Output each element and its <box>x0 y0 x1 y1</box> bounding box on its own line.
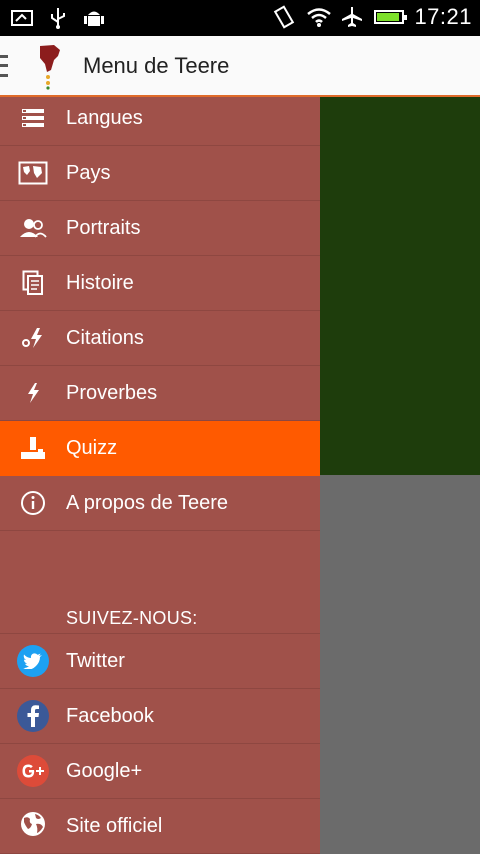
drawer-item-twitter[interactable]: Twitter <box>0 634 320 689</box>
list-icon <box>16 101 50 135</box>
navigation-drawer: Langues Pays Portraits Histoire Citation… <box>0 97 320 854</box>
drawer-item-a-propos[interactable]: A propos de Teere <box>0 476 320 531</box>
drawer-item-pays[interactable]: Pays <box>0 146 320 201</box>
globe-icon <box>19 810 47 843</box>
drawer-item-label: Histoire <box>66 271 134 294</box>
wifi-icon <box>306 5 332 29</box>
map-icon <box>16 156 50 190</box>
drawer-item-histoire[interactable]: Histoire <box>0 256 320 311</box>
social-section-header: SUIVEZ-NOUS: <box>66 608 198 628</box>
quote-bolt-icon <box>16 321 50 355</box>
clock: 17:21 <box>414 4 472 29</box>
app-title: Menu de Teere <box>83 52 230 78</box>
africa-logo-icon[interactable] <box>32 42 66 90</box>
drawer-item-label: A propos de Teere <box>66 491 228 514</box>
drawer-item-label: Site officiel <box>66 814 163 837</box>
drawer-item-portraits[interactable]: Portraits <box>0 201 320 256</box>
drawer-item-google-plus[interactable]: Google+ <box>0 744 320 799</box>
content-scrim[interactable] <box>320 475 480 854</box>
hamburger-icon[interactable] <box>0 53 12 79</box>
drawer-item-proverbes[interactable]: Proverbes <box>0 366 320 421</box>
people-icon <box>16 211 50 245</box>
drawer-item-label: Pays <box>66 161 111 184</box>
screenshot-icon <box>10 6 34 30</box>
usb-icon <box>46 6 70 30</box>
content-panel[interactable] <box>320 97 480 475</box>
battery-icon <box>374 10 408 24</box>
action-bar: Menu de Teere <box>0 36 480 97</box>
drawer-item-label: Google+ <box>66 759 143 782</box>
bolt-icon <box>16 376 50 410</box>
drawer-item-facebook[interactable]: Facebook <box>0 689 320 744</box>
drawer-item-quizz[interactable]: Quizz <box>0 421 320 476</box>
android-debug-icon <box>82 6 106 30</box>
twitter-icon <box>17 645 49 677</box>
rotate-icon <box>272 5 296 29</box>
drawer-item-langues[interactable]: Langues <box>0 91 320 146</box>
drawer-item-label: Portraits <box>66 216 141 239</box>
drawer-item-label: Citations <box>66 326 144 349</box>
airplane-icon <box>340 5 364 29</box>
facebook-icon <box>17 700 49 732</box>
drawer-item-site-officiel[interactable]: Site officiel <box>0 799 320 854</box>
drawer-item-label: Facebook <box>66 704 154 727</box>
drawer-item-citations[interactable]: Citations <box>0 311 320 366</box>
status-bar: 17:21 <box>0 0 480 36</box>
document-icon <box>16 266 50 300</box>
joystick-icon <box>16 431 50 465</box>
drawer-item-label: Proverbes <box>66 381 158 404</box>
drawer-item-label: Quizz <box>66 436 118 459</box>
info-icon <box>16 486 50 520</box>
drawer-item-label: Twitter <box>66 649 125 672</box>
google-plus-icon <box>17 755 49 787</box>
drawer-item-label: Langues <box>66 106 143 129</box>
